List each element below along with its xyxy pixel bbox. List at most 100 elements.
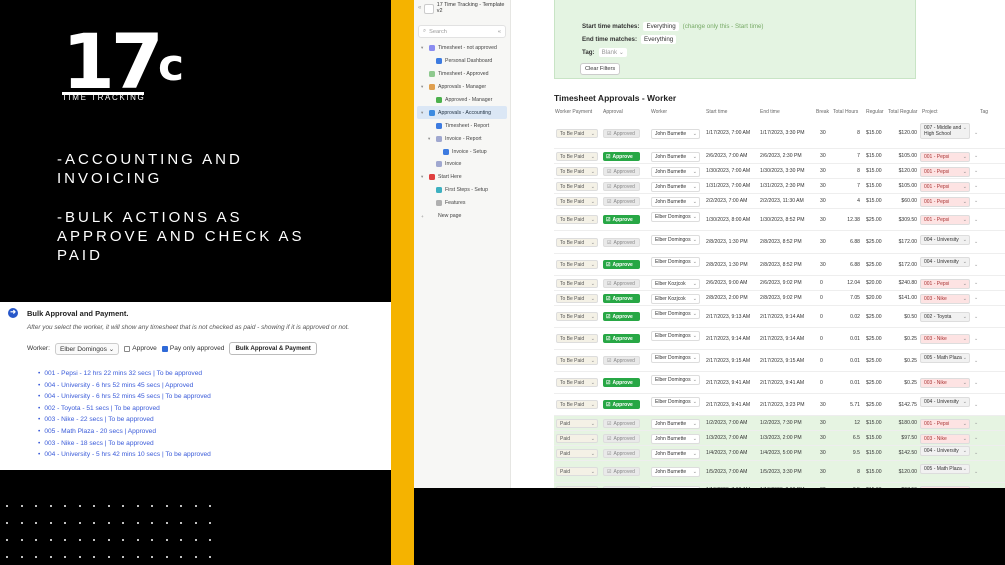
worker-select[interactable]: John Burnette ⌄ bbox=[651, 182, 700, 192]
table-row[interactable]: To Be Paid ⌄ ☑ Approved Elber Domingos ⌄ 2/8/2… bbox=[554, 231, 1005, 254]
tag-dropdown-icon[interactable]: ⌄ bbox=[974, 183, 978, 189]
table-row[interactable]: To Be Paid ⌄ ☑ Approve John Burnette ⌄ 2/6/202… bbox=[554, 149, 1005, 164]
table-row[interactable]: To Be Paid ⌄ ☑ Approved John Burnette ⌄ 2/2/20… bbox=[554, 194, 1005, 209]
chevron-icon[interactable]: + bbox=[421, 214, 426, 219]
project-select[interactable]: 003 - Nike ⌄ bbox=[920, 378, 970, 388]
pending-timesheet-item[interactable]: • 004 - University - 5 hrs 42 mins 10 sec… bbox=[38, 449, 383, 461]
worker-payment-select[interactable]: To Be Paid ⌄ bbox=[556, 279, 598, 288]
column-header[interactable]: Total Hours bbox=[833, 109, 858, 115]
project-select[interactable]: 007 - Middle and High School ⌄ bbox=[920, 123, 970, 139]
project-select[interactable]: 001 - Pepsi ⌄ bbox=[920, 167, 970, 177]
project-select[interactable]: 005 - Math Plaza ⌄ bbox=[920, 353, 970, 363]
chevron-icon[interactable]: ▾ bbox=[421, 45, 426, 51]
pending-timesheet-item[interactable]: • 003 - Nike - 22 secs | To be approved bbox=[38, 414, 383, 426]
pending-timesheet-item[interactable]: • 004 - University - 6 hrs 52 mins 45 sec… bbox=[38, 380, 383, 392]
chevron-icon[interactable]: ▾ bbox=[421, 174, 426, 180]
column-header[interactable]: Break bbox=[816, 109, 829, 115]
project-select[interactable]: 004 - University ⌄ bbox=[920, 257, 970, 267]
project-select[interactable]: 001 - Pepsi ⌄ bbox=[920, 419, 970, 429]
table-row[interactable]: Paid ⌄ ☑ Approved John Burnette ⌄ 1/2/2023, 7:… bbox=[554, 416, 1005, 431]
sidebar-item[interactable]: Timesheet - Report bbox=[417, 119, 507, 132]
project-select[interactable]: 002 - Toyota ⌄ bbox=[920, 312, 970, 322]
worker-payment-select[interactable]: To Be Paid ⌄ bbox=[556, 312, 598, 321]
pending-timesheet-item[interactable]: • 001 - Pepsi - 12 hrs 22 mins 32 secs | … bbox=[38, 368, 383, 380]
worker-payment-select[interactable]: To Be Paid ⌄ bbox=[556, 378, 598, 387]
sidebar-search[interactable]: ⌕ Search « bbox=[418, 25, 506, 38]
sidebar-item[interactable]: Features bbox=[417, 197, 507, 210]
collapse-sidebar-icon[interactable]: « bbox=[498, 29, 501, 35]
table-row[interactable]: To Be Paid ⌄ ☑ Approved Elber Domingos ⌄ 2/17/… bbox=[554, 350, 1005, 372]
column-header[interactable]: Regular bbox=[866, 109, 884, 115]
worker-select[interactable]: Elber Domingos ⌄ bbox=[651, 257, 700, 267]
approve-button[interactable]: ☑ Approve bbox=[603, 312, 640, 321]
worker-select[interactable]: John Burnette ⌄ bbox=[651, 129, 700, 139]
worker-payment-select[interactable]: Paid ⌄ bbox=[556, 419, 598, 428]
worker-payment-select[interactable]: To Be Paid ⌄ bbox=[556, 197, 598, 206]
approve-button[interactable]: ☑ Approve bbox=[603, 334, 640, 343]
tag-dropdown-icon[interactable]: ⌄ bbox=[974, 420, 978, 426]
sidebar-item[interactable]: + New page bbox=[417, 210, 507, 223]
project-select[interactable]: 003 - Nike ⌄ bbox=[920, 334, 970, 344]
worker-select[interactable]: Elber Domingos ⌄ bbox=[651, 397, 700, 407]
tag-dropdown-icon[interactable]: ⌄ bbox=[974, 435, 978, 441]
approve-button[interactable]: ☑ Approve bbox=[603, 260, 640, 269]
sidebar-item[interactable]: ▾ Start Here bbox=[417, 171, 507, 184]
chevron-icon[interactable]: ▾ bbox=[421, 110, 426, 116]
project-select[interactable]: 001 - Pepsi ⌄ bbox=[920, 279, 970, 289]
approve-button[interactable]: ☑ Approve bbox=[603, 294, 640, 303]
workspace-title[interactable]: 17 Time Tracking - Template v2 bbox=[437, 2, 506, 14]
sidebar-item[interactable]: ▾ Invoice - Report bbox=[417, 132, 507, 145]
tag-filter-value[interactable]: Blank ⌄ bbox=[598, 48, 627, 57]
worker-select[interactable]: Elber Kozjcok ⌄ bbox=[651, 279, 700, 289]
worker-payment-select[interactable]: Paid ⌄ bbox=[556, 449, 598, 458]
column-header[interactable]: Start time bbox=[706, 109, 727, 115]
worker-select[interactable]: John Burnette ⌄ bbox=[651, 167, 700, 177]
tag-dropdown-icon[interactable]: ⌄ bbox=[974, 450, 978, 456]
project-select[interactable]: 001 - Pepsi ⌄ bbox=[920, 182, 970, 192]
worker-payment-select[interactable]: To Be Paid ⌄ bbox=[556, 260, 598, 269]
worker-select[interactable]: Elber Domingos ⌄ bbox=[651, 235, 700, 245]
end-filter-value[interactable]: Everything bbox=[641, 35, 677, 44]
worker-payment-select[interactable]: To Be Paid ⌄ bbox=[556, 152, 598, 161]
pending-timesheet-item[interactable]: • 003 - Nike - 18 secs | To be approved bbox=[38, 438, 383, 450]
worker-payment-select[interactable]: Paid ⌄ bbox=[556, 434, 598, 443]
approve-button[interactable]: ☑ Approve bbox=[603, 152, 640, 161]
start-filter-value[interactable]: Everything bbox=[643, 22, 679, 31]
tag-dropdown-icon[interactable]: ⌄ bbox=[974, 314, 978, 320]
worker-payment-select[interactable]: To Be Paid ⌄ bbox=[556, 167, 598, 176]
column-header[interactable]: Worker bbox=[651, 109, 667, 115]
tag-dropdown-icon[interactable]: ⌄ bbox=[974, 336, 978, 342]
project-select[interactable]: 001 - Pepsi ⌄ bbox=[920, 197, 970, 207]
column-header[interactable]: Project bbox=[922, 109, 938, 115]
project-select[interactable]: 004 - University ⌄ bbox=[920, 397, 970, 407]
sidebar-item[interactable]: Invoice bbox=[417, 158, 507, 171]
table-row[interactable]: To Be Paid ⌄ ☑ Approved John Burnette ⌄ 1/17/2… bbox=[554, 118, 1005, 149]
sidebar-item[interactable]: First Steps - Setup bbox=[417, 184, 507, 197]
worker-payment-select[interactable]: To Be Paid ⌄ bbox=[556, 182, 598, 191]
tag-dropdown-icon[interactable]: ⌄ bbox=[974, 168, 978, 174]
worker-payment-select[interactable]: To Be Paid ⌄ bbox=[556, 129, 598, 138]
worker-payment-select[interactable]: To Be Paid ⌄ bbox=[556, 356, 598, 365]
approve-checkbox[interactable] bbox=[124, 345, 131, 352]
sidebar-item[interactable]: ▾ Approvals - Accounting bbox=[417, 106, 507, 120]
tag-dropdown-icon[interactable]: ⌄ bbox=[974, 130, 978, 136]
table-row[interactable]: To Be Paid ⌄ ☑ Approved Elber Kozjcok ⌄ 2/6/20… bbox=[554, 276, 1005, 291]
worker-payment-select[interactable]: To Be Paid ⌄ bbox=[556, 400, 598, 409]
tag-dropdown-icon[interactable]: ⌄ bbox=[974, 280, 978, 286]
column-header[interactable]: Tag bbox=[980, 109, 988, 115]
bulk-approval-payment-button[interactable]: Bulk Approval & Payment bbox=[229, 342, 317, 355]
sidebar-item[interactable]: ▾ Timesheet - not approved bbox=[417, 42, 507, 55]
worker-payment-select[interactable]: To Be Paid ⌄ bbox=[556, 334, 598, 343]
project-select[interactable]: 004 - University ⌄ bbox=[920, 446, 970, 456]
worker-payment-select[interactable]: Paid ⌄ bbox=[556, 467, 598, 476]
tag-dropdown-icon[interactable]: ⌄ bbox=[974, 239, 978, 245]
worker-select[interactable]: John Burnette ⌄ bbox=[651, 419, 700, 429]
table-row[interactable]: To Be Paid ⌄ ☑ Approve Elber Domingos ⌄ 2/17/2… bbox=[554, 372, 1005, 394]
worker-select[interactable]: John Burnette ⌄ bbox=[651, 152, 700, 162]
worker-select[interactable]: Elber Domingos ⌄ bbox=[651, 353, 700, 363]
chevron-icon[interactable]: ▾ bbox=[428, 136, 433, 142]
worker-payment-select[interactable]: To Be Paid ⌄ bbox=[556, 238, 598, 247]
tag-dropdown-icon[interactable]: ⌄ bbox=[974, 198, 978, 204]
project-select[interactable]: 001 - Pepsi ⌄ bbox=[920, 215, 970, 225]
approve-button[interactable]: ☑ Approve bbox=[603, 400, 640, 409]
